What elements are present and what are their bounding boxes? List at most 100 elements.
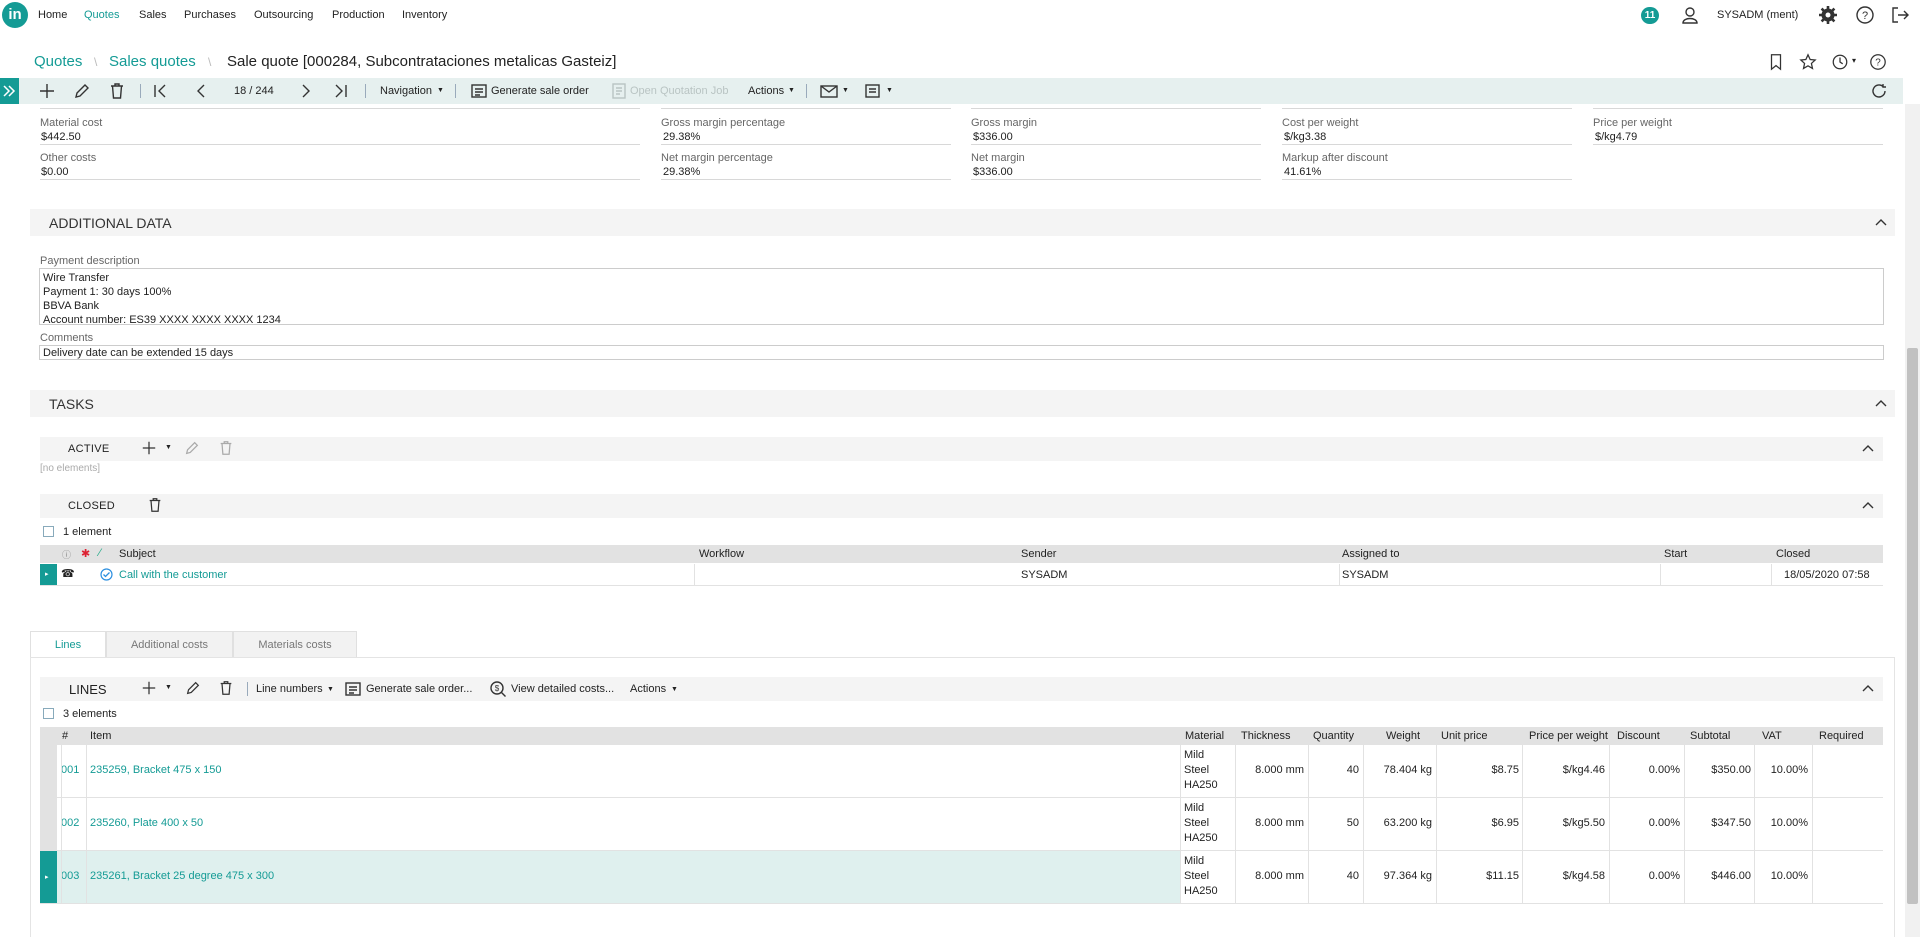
tab-lines[interactable]: Lines [30,631,106,658]
col-material[interactable]: Material [1185,730,1224,742]
user-icon[interactable] [1680,5,1700,25]
history-icon[interactable] [1831,53,1849,71]
row-expand-toggle[interactable]: ▸ [40,851,57,904]
tab-additional-costs[interactable]: Additional costs [106,631,233,658]
first-record-icon[interactable] [152,82,170,100]
logout-icon[interactable] [1890,5,1910,25]
line-item[interactable]: 235261, Bracket 25 degree 475 x 300 [90,870,274,882]
col-price-per-weight[interactable]: Price per weight [1529,730,1608,742]
col-subject[interactable]: Subject [119,548,156,560]
bookmark-icon[interactable] [1767,53,1785,71]
chevron-up-icon[interactable] [1861,442,1875,456]
generate-sale-order-lines-button[interactable]: Generate sale order... [366,683,472,695]
col-workflow[interactable]: Workflow [699,548,744,560]
nav-outsourcing[interactable]: Outsourcing [254,9,313,21]
line-number[interactable]: 002 [61,817,79,829]
chevron-up-icon[interactable] [1874,216,1888,230]
col-divider [1339,564,1340,585]
nav-purchases[interactable]: Purchases [184,9,236,21]
tab-materials-costs[interactable]: Materials costs [233,631,357,658]
chevron-down-icon[interactable]: ▼ [842,87,849,94]
notifications-badge[interactable]: 11 [1641,7,1659,24]
scrollbar-thumb[interactable] [1907,348,1918,904]
edit-icon[interactable] [184,440,200,456]
col-weight[interactable]: Weight [1386,730,1420,742]
delete-icon[interactable] [108,82,126,100]
history-dropdown-arrow[interactable]: ▾ [1852,56,1856,65]
user-name[interactable]: SYSADM (ment) [1717,9,1798,21]
gear-icon[interactable] [1818,5,1838,25]
select-all-checkbox[interactable] [43,526,54,537]
report-icon[interactable] [864,82,882,100]
breadcrumb-quotes[interactable]: Quotes [34,53,82,70]
row-expand-toggle[interactable] [40,798,57,851]
tasks-header[interactable] [30,390,1895,417]
col-divider [1771,564,1772,585]
previous-record-icon[interactable] [192,82,210,100]
breadcrumb-sales-quotes[interactable]: Sales quotes [109,53,196,70]
nav-home[interactable]: Home [38,9,67,21]
line-number[interactable]: 003 [61,870,79,882]
col-sender[interactable]: Sender [1021,548,1056,560]
line-item[interactable]: 235260, Plate 400 x 50 [90,817,203,829]
col-assigned-to[interactable]: Assigned to [1342,548,1399,560]
col-vat[interactable]: VAT [1762,730,1782,742]
delete-icon[interactable] [147,497,163,513]
field-underline [1282,179,1572,180]
col-closed[interactable]: Closed [1776,548,1810,560]
add-icon[interactable] [141,680,157,696]
actions-menu[interactable]: Actions [748,85,784,97]
comments-field[interactable]: Delivery date can be extended 15 days [39,345,1884,360]
additional-data-header[interactable] [30,209,1895,236]
delete-icon[interactable] [218,440,234,456]
chevron-down-icon[interactable]: ▼ [886,87,893,94]
line-numbers-menu[interactable]: Line numbers [256,683,323,695]
delete-icon[interactable] [218,680,234,696]
add-icon[interactable] [141,440,157,456]
last-record-icon[interactable] [331,82,349,100]
chevron-up-icon[interactable] [1861,499,1875,513]
star-icon[interactable] [1799,53,1817,71]
col-quantity[interactable]: Quantity [1313,730,1354,742]
open-quotation-job-button[interactable]: Open Quotation Job [630,85,728,97]
nav-production[interactable]: Production [332,9,385,21]
col-item[interactable]: Item [90,730,111,742]
sidebar-toggle[interactable] [0,78,19,104]
add-icon[interactable] [38,82,56,100]
generate-sale-order-button[interactable]: Generate sale order [491,85,589,97]
next-record-icon[interactable] [297,82,315,100]
edit-icon[interactable] [73,82,91,100]
line-weight: 63.200 kg [1383,817,1432,829]
refresh-icon[interactable] [1870,82,1888,100]
col-thickness[interactable]: Thickness [1241,730,1291,742]
line-item[interactable]: 235259, Bracket 475 x 150 [90,764,221,776]
edit-icon[interactable] [185,680,201,696]
help-icon[interactable]: ? [1869,53,1887,71]
col-start[interactable]: Start [1664,548,1687,560]
chevron-up-icon[interactable] [1861,682,1875,696]
view-detailed-costs-button[interactable]: View detailed costs... [511,683,614,695]
nav-inventory[interactable]: Inventory [402,9,447,21]
nav-sales[interactable]: Sales [139,9,167,21]
markup-after-discount-label: Markup after discount [1282,152,1388,164]
nav-quotes[interactable]: Quotes [84,9,119,21]
chevron-down-icon[interactable]: ▼ [165,444,172,451]
app-logo[interactable]: in [2,2,28,28]
payment-description-field[interactable]: Wire Transfer Payment 1: 30 days 100% BB… [39,268,1884,326]
navigation-menu[interactable]: Navigation [380,85,432,97]
line-number[interactable]: 001 [61,764,79,776]
help-icon[interactable]: ? [1855,5,1875,25]
task-subject[interactable]: Call with the customer [119,569,227,581]
row-expand-toggle[interactable]: ▸ [40,564,57,585]
col-subtotal[interactable]: Subtotal [1690,730,1730,742]
chevron-down-icon[interactable]: ▼ [165,684,172,691]
lines-actions-menu[interactable]: Actions [630,683,666,695]
mail-icon[interactable] [820,82,838,100]
chevron-up-icon[interactable] [1874,397,1888,411]
row-expand-toggle[interactable] [40,745,57,798]
select-all-lines-checkbox[interactable] [43,708,54,719]
col-discount[interactable]: Discount [1617,730,1660,742]
col-required[interactable]: Required [1819,730,1864,742]
col-number[interactable]: # [62,730,68,742]
col-unit-price[interactable]: Unit price [1441,730,1487,742]
